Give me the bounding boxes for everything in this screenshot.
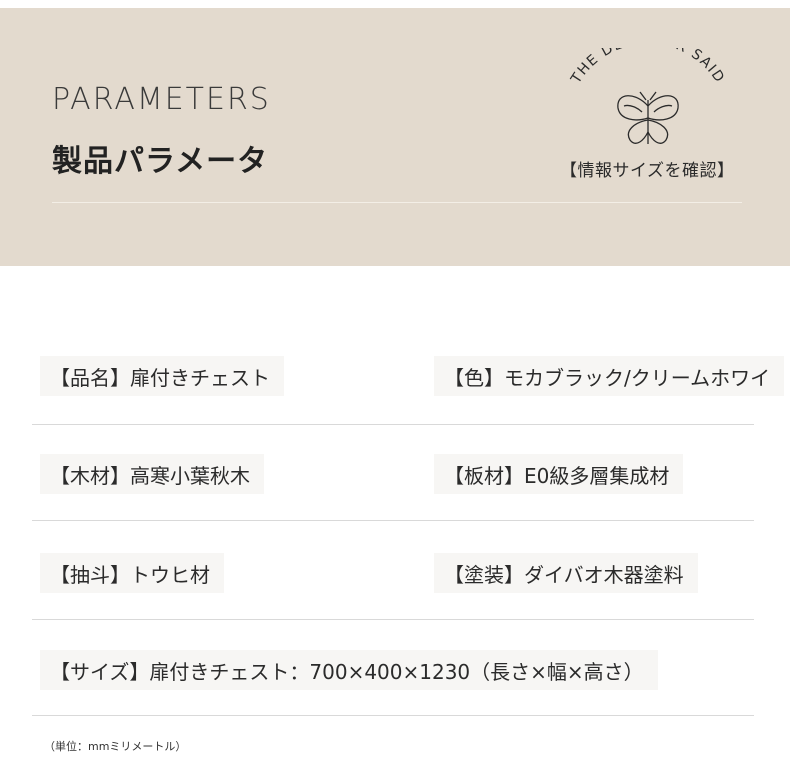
info-size-link[interactable]: 【情報サイズを確認】 xyxy=(560,156,735,181)
row-divider xyxy=(32,715,754,716)
header-banner: PARAMETERS 製品パラメータ THE DESIGNER SAID 【情報… xyxy=(0,8,790,266)
param-color: 【色】モカブラック/クリームホワイ xyxy=(434,356,785,396)
param-wood: 【木材】高寒小葉秋木 xyxy=(40,454,264,494)
unit-note: （単位：mmミリメートル） xyxy=(44,740,187,753)
param-product-name: 【品名】扉付きチェスト xyxy=(40,356,284,396)
param-board: 【板材】E0級多層集成材 xyxy=(434,454,684,494)
page-title-en: PARAMETERS xyxy=(52,82,271,117)
row-divider xyxy=(32,520,754,521)
row-divider xyxy=(32,619,754,620)
param-drawer: 【抽斗】トウヒ材 xyxy=(40,553,224,593)
param-paint: 【塗装】ダイバオ木器塗料 xyxy=(434,553,698,593)
param-size: 【サイズ】扉付きチェスト：700×400×1230（長さ×幅×高さ） xyxy=(40,650,658,690)
page-title-jp: 製品パラメータ xyxy=(52,144,269,179)
badge-arc-text: THE DESIGNER SAID xyxy=(568,48,728,87)
butterfly-icon xyxy=(617,91,679,144)
row-divider xyxy=(32,424,754,425)
header-divider xyxy=(52,202,742,203)
